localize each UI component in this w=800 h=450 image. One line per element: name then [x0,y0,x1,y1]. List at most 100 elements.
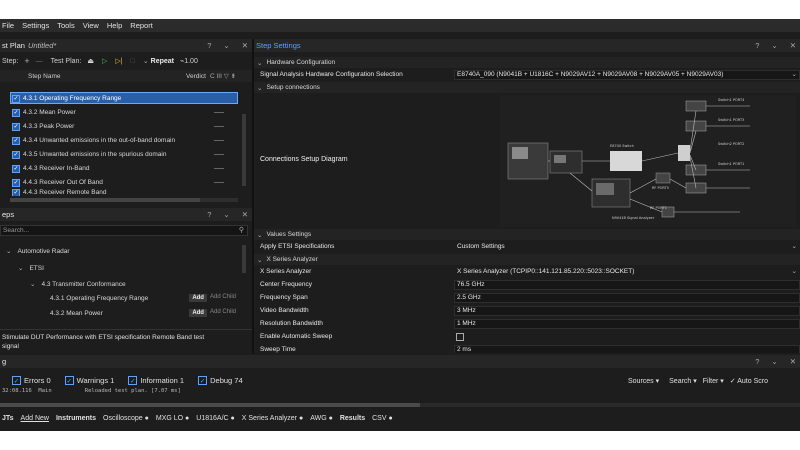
chevron-down-icon[interactable]: ⌄ [18,264,23,272]
section-setup-connections[interactable]: ⌄ Setup connections [254,82,800,93]
table-row[interactable]: ✓ 4.3.3 Peak Power [12,121,236,132]
auto-sweep-checkbox[interactable] [456,333,464,341]
test-plan-scrollbar[interactable] [242,114,246,186]
close-icon[interactable]: ✕ [242,41,248,50]
filter-dropdown[interactable]: Filter ▾ [703,377,724,385]
section-x-series-analyzer[interactable]: ⌄ X Series Analyzer [254,254,800,265]
chevron-down-icon[interactable]: ⌄ [257,84,262,92]
stop-icon[interactable]: □ [131,58,135,65]
search-dropdown[interactable]: Search ▾ [669,377,697,385]
resolution-bandwidth-input[interactable]: 1 MHz [454,319,800,329]
steps-scrollbar[interactable] [242,245,246,273]
center-frequency-input[interactable]: 76.5 GHz [454,280,800,290]
checkbox-icon[interactable]: ✓ [64,376,74,385]
table-row[interactable]: ✓ 4.4.3 Receiver Out Of Band [12,177,236,188]
checkbox-icon[interactable]: ✓ [12,122,20,131]
tab-add-new[interactable]: Add New [21,415,49,422]
col-verdict[interactable]: Verdict [186,73,206,80]
add-child-button[interactable]: Add Child [210,294,236,302]
checkbox-icon[interactable]: ✓ [12,94,20,103]
menu-settings[interactable]: Settings [22,21,49,30]
tree-item-automotive-radar[interactable]: ⌄ Automotive Radar [6,245,69,257]
frequency-span-input[interactable]: 2.5 GHz [454,293,800,303]
menu-view[interactable]: View [83,21,99,30]
tree-item-etsi[interactable]: ⌄ ETSI [18,262,44,274]
tab-results[interactable]: Results [340,415,365,422]
tree-item-step[interactable]: 4.3.2 Mean Power Add Add Child [50,307,236,319]
step-run-icon[interactable]: ▷| [115,57,122,65]
table-row[interactable]: ✓ 4.4.3 Receiver In-Band [12,163,236,174]
tab-u1816ac[interactable]: U1816A/C ● [196,415,234,422]
repeat-dropdown[interactable]: ⌄ Repeat [143,57,174,65]
sources-dropdown[interactable]: Sources ▾ [628,377,659,385]
tab-oscilloscope[interactable]: Oscilloscope ● [103,415,149,422]
tab-awg[interactable]: AWG ● [310,415,333,422]
tab-x-series-analyzer[interactable]: X Series Analyzer ● [242,415,303,422]
tree-item-step[interactable]: 4.3.1 Operating Frequency Range Add Add … [50,292,236,304]
checkbox-icon[interactable]: ✓ [12,164,20,173]
help-icon[interactable]: ? [755,41,759,50]
remove-step-icon[interactable]: — [36,58,43,65]
menu-report[interactable]: Report [130,21,153,30]
help-icon[interactable]: ? [207,210,211,219]
repeat-value[interactable]: ⌁1.00 [180,57,198,65]
log-hscrollbar[interactable] [0,403,800,407]
checkbox-icon[interactable]: ✓ [12,178,20,187]
checkbox-icon[interactable]: ✓ [12,108,20,117]
errors-toggle[interactable]: ✓ Errors 0 [12,376,51,385]
information-toggle[interactable]: ✓ Information 1 [128,376,184,385]
auto-scroll-toggle[interactable]: ✓ Auto Scro [730,377,768,385]
table-row[interactable]: ✓ 4.3.1 Operating Frequency Range [12,93,236,104]
chevron-down-icon[interactable]: ⌄ [257,256,262,264]
x-series-analyzer-select[interactable]: X Series Analyzer (TCPIP0::141.121.85.22… [454,267,800,277]
menu-help[interactable]: Help [107,21,122,30]
chevron-down-icon[interactable]: ⌄ [223,41,229,50]
steps-search-input[interactable]: Search... ⚲ [0,225,248,236]
checkbox-icon[interactable]: ✓ [12,136,20,145]
checkbox-icon[interactable]: ✓ [12,189,20,196]
tab-mxg-lo[interactable]: MXG LO ● [156,415,189,422]
close-icon[interactable]: ✕ [790,357,796,366]
checkbox-icon[interactable]: ✓ [12,376,21,385]
sweep-time-input[interactable]: 2 ms [454,345,800,353]
menu-tools[interactable]: Tools [57,21,75,30]
checkbox-icon[interactable]: ✓ [12,150,20,159]
add-button[interactable]: Add [189,294,207,302]
col-filter-icons[interactable]: C III ▽ ⇟ [210,72,236,80]
chevron-down-icon[interactable]: ⌄ [6,247,11,255]
chevron-down-icon[interactable]: ⌄ [223,210,229,219]
chevron-down-icon[interactable]: ⌄ [771,357,777,366]
section-hardware-configuration[interactable]: ⌄ Hardware Configuration [254,57,800,68]
video-bandwidth-input[interactable]: 3 MHz [454,306,800,316]
table-row[interactable]: ✓ 4.3.5 Unwanted emissions in the spurio… [12,149,236,160]
close-icon[interactable]: ✕ [242,210,248,219]
tab-csv[interactable]: CSV ● [372,415,393,422]
tab-duts[interactable]: JTs [2,415,14,422]
tab-instruments[interactable]: Instruments [56,415,96,422]
add-button[interactable]: Add [189,309,207,317]
chevron-down-icon[interactable]: ⌄ [771,41,777,50]
help-icon[interactable]: ? [755,357,759,366]
chevron-down-icon[interactable]: ⌄ [792,267,797,275]
checkbox-icon[interactable]: ✓ [198,376,208,385]
table-row[interactable]: ✓ 4.4.3 Receiver Remote Band [12,189,236,196]
section-values-settings[interactable]: ⌄ Values Settings [254,229,800,240]
col-step-name[interactable]: Step Name [28,73,61,80]
menu-file[interactable]: File [2,21,14,30]
debug-toggle[interactable]: ✓ Debug 74 [198,376,243,385]
close-icon[interactable]: ✕ [790,41,796,50]
table-row[interactable]: ✓ 4.3.2 Mean Power [12,107,236,118]
checkbox-icon[interactable]: ✓ [128,376,138,385]
warnings-toggle[interactable]: ✓ Warnings 1 [64,376,114,385]
open-plan-icon[interactable]: ⏏ [87,57,94,65]
help-icon[interactable]: ? [207,41,211,50]
chevron-down-icon[interactable]: ⌄ [257,231,262,239]
table-row[interactable]: ✓ 4.3.4 Unwanted emissions in the out-of… [12,135,236,146]
apply-etsi-select[interactable]: Custom Settings [454,242,800,252]
add-step-icon[interactable]: + [24,56,29,66]
add-child-button[interactable]: Add Child [210,309,236,317]
run-icon[interactable]: ▷ [102,57,107,65]
chevron-down-icon[interactable]: ⌄ [792,242,797,250]
sa-hw-config-select[interactable]: E8740A_090 (N9041B + U1816C + N9029AV12 … [454,70,800,80]
chevron-down-icon[interactable]: ⌄ [257,59,262,67]
